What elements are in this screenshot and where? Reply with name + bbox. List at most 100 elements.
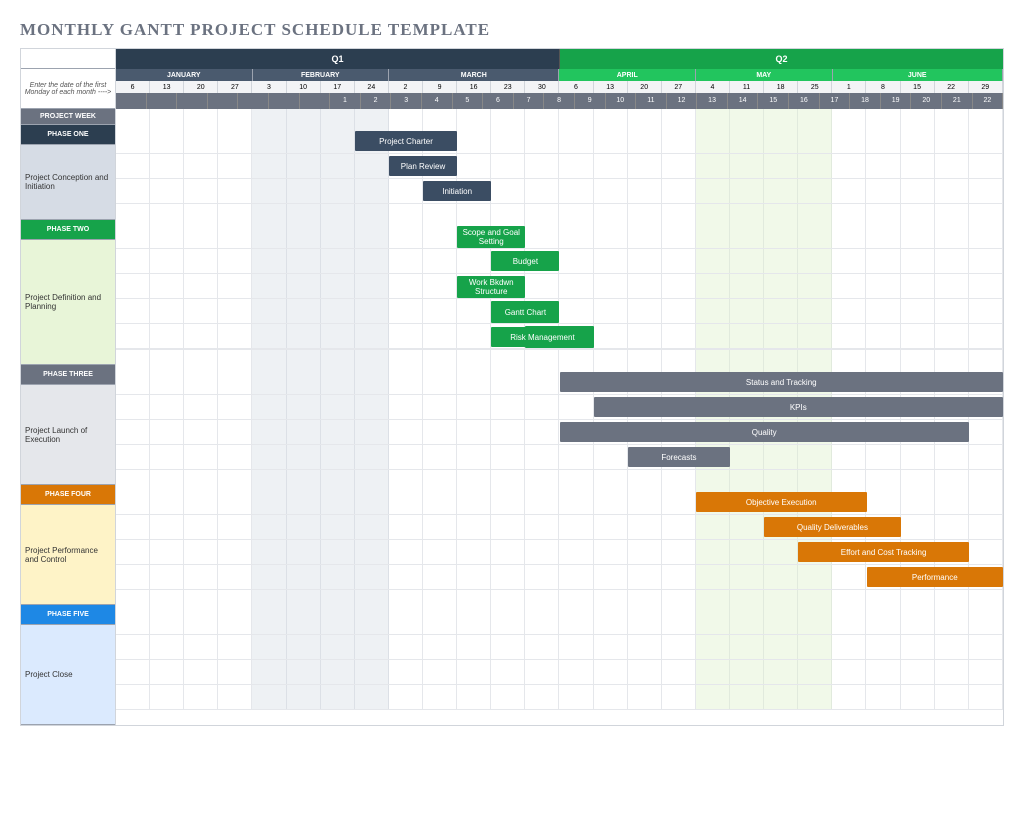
date-cell: 3 bbox=[252, 81, 286, 93]
date-cell: 4 bbox=[696, 81, 730, 93]
date-cell: 25 bbox=[798, 81, 832, 93]
date-cell: 15 bbox=[901, 81, 935, 93]
gantt-row: Work Bkdwn Structure bbox=[116, 274, 1003, 299]
date-cell: 23 bbox=[491, 81, 525, 93]
gantt-bar[interactable]: Forecasts bbox=[628, 447, 730, 467]
gantt-bar[interactable]: Quality Deliverables bbox=[764, 517, 900, 537]
quarter-q1: Q1 bbox=[116, 49, 560, 69]
week-cell: 2 bbox=[361, 93, 392, 109]
gantt-row: Forecasts bbox=[116, 445, 1003, 470]
week-cell: 4 bbox=[422, 93, 453, 109]
gantt-bar[interactable]: Status and Tracking bbox=[560, 372, 1004, 392]
date-cell: 18 bbox=[764, 81, 798, 93]
phase-header: PHASE THREE bbox=[21, 365, 115, 385]
month-header-row: JANUARYFEBRUARYMARCHAPRILMAYJUNE bbox=[116, 69, 1003, 81]
week-cell bbox=[238, 93, 269, 109]
phase-header: PHASE FOUR bbox=[21, 485, 115, 505]
gantt-bar[interactable]: Effort and Cost Tracking bbox=[798, 542, 969, 562]
week-cell: 11 bbox=[636, 93, 667, 109]
month-june: JUNE bbox=[833, 69, 1003, 81]
gantt-bar[interactable]: Scope and Goal Setting bbox=[457, 226, 525, 248]
date-cell: 2 bbox=[389, 81, 423, 93]
gantt-row: Effort and Cost Tracking bbox=[116, 540, 1003, 565]
week-header-row: 12345678910111213141516171819202122 bbox=[116, 93, 1003, 109]
date-cell: 20 bbox=[628, 81, 662, 93]
quarter-q2: Q2 bbox=[560, 49, 1003, 69]
gantt-row: Initiation bbox=[116, 179, 1003, 204]
date-cell: 22 bbox=[935, 81, 969, 93]
quarter-header-row: Q1 Q2 bbox=[116, 49, 1003, 69]
date-cell: 17 bbox=[321, 81, 355, 93]
phase-content-label: Project Definition and Planning bbox=[21, 240, 115, 365]
date-cell: 20 bbox=[184, 81, 218, 93]
week-cell: 13 bbox=[697, 93, 728, 109]
phase-header: PHASE ONE bbox=[21, 125, 115, 145]
row-labels-column: Enter the date of the first Monday of ea… bbox=[21, 49, 116, 725]
gantt-bar[interactable]: Gantt Chart bbox=[491, 301, 559, 323]
gantt-row bbox=[116, 610, 1003, 635]
gantt-bar[interactable]: Initiation bbox=[423, 181, 491, 201]
date-cell: 10 bbox=[287, 81, 321, 93]
timeline-column: Q1 Q2 JANUARYFEBRUARYMARCHAPRILMAYJUNE 6… bbox=[116, 49, 1003, 725]
week-cell: 15 bbox=[758, 93, 789, 109]
gantt-bar[interactable]: Risk Management bbox=[491, 327, 593, 347]
gantt-bar[interactable]: KPIs bbox=[594, 397, 1003, 417]
month-january: JANUARY bbox=[116, 69, 253, 81]
gantt-row bbox=[116, 635, 1003, 660]
phase-content-label: Project Performance and Control bbox=[21, 505, 115, 605]
week-cell bbox=[147, 93, 178, 109]
gantt-bar[interactable]: Project Charter bbox=[355, 131, 457, 151]
gantt-row: Quality Deliverables bbox=[116, 515, 1003, 540]
gantt-bar[interactable]: Budget bbox=[491, 251, 559, 271]
gantt-row bbox=[116, 660, 1003, 685]
week-cell: 10 bbox=[606, 93, 637, 109]
week-cell: 17 bbox=[820, 93, 851, 109]
gantt-bar[interactable]: Work Bkdwn Structure bbox=[457, 276, 525, 298]
gantt-bar[interactable]: Quality bbox=[560, 422, 969, 442]
month-march: MARCH bbox=[389, 69, 559, 81]
gantt-body: Project Charter Plan Review Initiation Scop… bbox=[116, 109, 1003, 709]
date-cell: 9 bbox=[423, 81, 457, 93]
date-cell: 11 bbox=[730, 81, 764, 93]
page-title: MONTHLY GANTT PROJECT SCHEDULE TEMPLATE bbox=[20, 20, 1004, 40]
gantt-row: Objective Execution bbox=[116, 490, 1003, 515]
month-may: MAY bbox=[696, 69, 833, 81]
week-cell: 9 bbox=[575, 93, 606, 109]
week-cell: 20 bbox=[911, 93, 942, 109]
phase-content-label: Project Close bbox=[21, 625, 115, 725]
week-cell bbox=[208, 93, 239, 109]
week-cell: 14 bbox=[728, 93, 759, 109]
dates-header-row: 6132027310172429162330613202741118251815… bbox=[116, 81, 1003, 93]
phase-content-label: Project Launch of Execution bbox=[21, 385, 115, 485]
date-entry-note: Enter the date of the first Monday of ea… bbox=[21, 69, 115, 109]
gantt-row: Plan Review bbox=[116, 154, 1003, 179]
date-cell: 27 bbox=[218, 81, 252, 93]
date-cell: 16 bbox=[457, 81, 491, 93]
phase-content-label: Project Conception and Initiation bbox=[21, 145, 115, 220]
date-cell: 13 bbox=[594, 81, 628, 93]
gantt-row: Quality bbox=[116, 420, 1003, 445]
week-cell: 19 bbox=[881, 93, 912, 109]
week-cell: 5 bbox=[453, 93, 484, 109]
week-cell bbox=[269, 93, 300, 109]
gantt-row: Status and Tracking bbox=[116, 370, 1003, 395]
week-cell: 18 bbox=[850, 93, 881, 109]
gantt-row: Budget bbox=[116, 249, 1003, 274]
gantt-bar[interactable]: Plan Review bbox=[389, 156, 457, 176]
date-cell: 8 bbox=[866, 81, 900, 93]
month-february: FEBRUARY bbox=[253, 69, 390, 81]
gantt-bar[interactable]: Objective Execution bbox=[696, 492, 867, 512]
date-cell: 29 bbox=[969, 81, 1003, 93]
week-cell: 6 bbox=[483, 93, 514, 109]
date-cell: 1 bbox=[832, 81, 866, 93]
date-cell: 6 bbox=[559, 81, 593, 93]
gantt-bar[interactable]: Performance bbox=[867, 567, 1003, 587]
date-cell: 24 bbox=[355, 81, 389, 93]
gantt-row: Performance bbox=[116, 565, 1003, 590]
project-week-label: PROJECT WEEK bbox=[21, 109, 115, 125]
gantt-row: Scope and Goal Setting bbox=[116, 224, 1003, 249]
phase-header: PHASE FIVE bbox=[21, 605, 115, 625]
gantt-row: Gantt Chart bbox=[116, 299, 1003, 324]
month-april: APRIL bbox=[559, 69, 696, 81]
week-cell: 7 bbox=[514, 93, 545, 109]
